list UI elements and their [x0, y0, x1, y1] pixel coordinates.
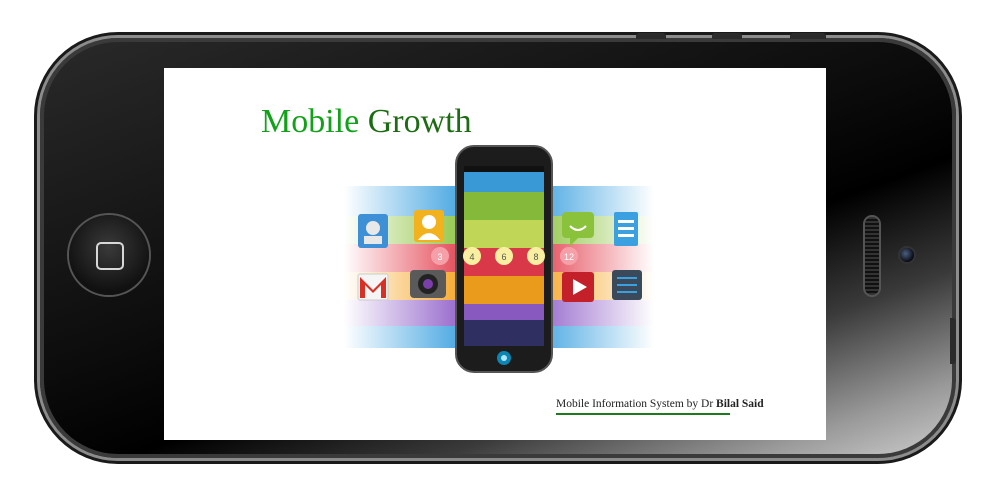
- slide-screen: Mobile Growth 3 4 6 8 12 Mobile Informat…: [164, 68, 826, 440]
- title-word-mobile: Mobile: [261, 103, 360, 140]
- slide-footer: Mobile Information System by Dr Bilal Sa…: [556, 398, 764, 415]
- svg-text:4: 4: [469, 252, 474, 262]
- footer-text: Mobile Information System by Dr: [556, 398, 714, 410]
- home-button[interactable]: [69, 215, 149, 295]
- earpiece-speaker: [865, 217, 879, 295]
- volume-up-button[interactable]: [636, 33, 666, 39]
- footer-author: Bilal Said: [716, 398, 764, 410]
- android-phone-illustration: 3 4 6 8 12: [344, 145, 654, 373]
- title-word-growth: Growth: [367, 103, 472, 140]
- people-icon: [414, 210, 444, 242]
- svg-text:8: 8: [533, 252, 538, 262]
- power-button[interactable]: [790, 33, 826, 39]
- side-button[interactable]: [950, 318, 956, 364]
- camera-icon: [410, 270, 446, 298]
- volume-down-button[interactable]: [712, 33, 742, 39]
- svg-text:3: 3: [437, 252, 442, 262]
- home-button-icon: [96, 242, 124, 270]
- badge-4: 4: [463, 247, 481, 265]
- front-camera-icon: [900, 248, 914, 262]
- svg-text:12: 12: [564, 252, 574, 262]
- slide-title: Mobile Growth: [261, 102, 472, 142]
- settings-icon: [612, 270, 642, 300]
- gmail-icon: [357, 273, 389, 301]
- svg-text:6: 6: [501, 252, 506, 262]
- badge-3: 3: [431, 247, 449, 265]
- badge-8: 8: [527, 247, 545, 265]
- contacts-icon: [358, 214, 388, 248]
- badge-12: 12: [560, 247, 578, 265]
- badge-6: 6: [495, 247, 513, 265]
- docs-icon: [614, 212, 638, 246]
- youtube-icon: [562, 272, 594, 302]
